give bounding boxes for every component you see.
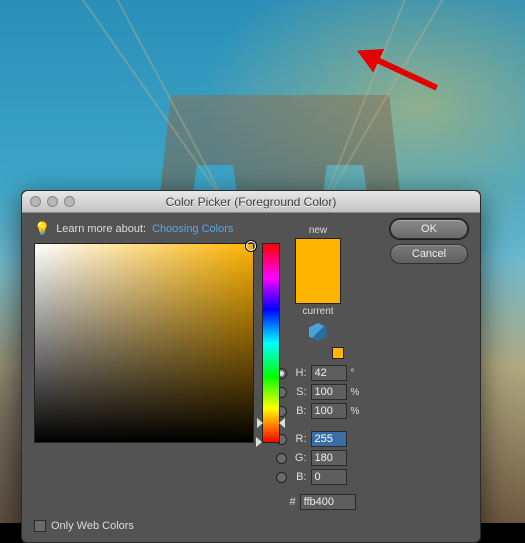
current-color-swatch[interactable]: [296, 279, 340, 303]
label-b-rgb: B:: [291, 471, 307, 483]
close-icon[interactable]: [30, 196, 41, 207]
unit-s: %: [351, 387, 363, 398]
choosing-colors-link[interactable]: Choosing Colors: [152, 223, 233, 235]
label-s: S:: [291, 386, 307, 398]
new-label: new: [309, 225, 327, 236]
titlebar[interactable]: Color Picker (Foreground Color): [22, 191, 480, 213]
hue-slider-thumb-left[interactable]: [257, 418, 263, 428]
input-h[interactable]: [311, 365, 347, 381]
new-color-swatch: [296, 239, 340, 279]
input-b-rgb[interactable]: [311, 469, 347, 485]
zoom-icon[interactable]: [64, 196, 75, 207]
label-g: G:: [291, 452, 307, 464]
color-field-cursor[interactable]: [246, 241, 256, 251]
ok-button[interactable]: OK: [390, 219, 468, 239]
unit-h: °: [351, 368, 363, 379]
current-label: current: [302, 306, 333, 317]
input-s[interactable]: [311, 384, 347, 400]
lightbulb-icon: 💡: [34, 221, 50, 237]
minimize-icon[interactable]: [47, 196, 58, 207]
only-web-colors-label: Only Web Colors: [51, 520, 134, 532]
input-r[interactable]: [311, 431, 347, 447]
cancel-button[interactable]: Cancel: [390, 244, 468, 264]
input-g[interactable]: [311, 450, 347, 466]
input-b-hsb[interactable]: [311, 403, 347, 419]
websafe-warning-swatch[interactable]: [332, 347, 344, 359]
label-r: R:: [291, 433, 307, 445]
window-controls: [30, 196, 75, 207]
unit-b-hsb: %: [351, 406, 363, 417]
color-libraries-icon[interactable]: [309, 323, 327, 341]
label-h: H:: [291, 367, 307, 379]
color-picker-dialog: Color Picker (Foreground Color) OK Cance…: [21, 190, 481, 543]
dialog-title: Color Picker (Foreground Color): [166, 195, 337, 209]
learn-more-label: Learn more about:: [56, 223, 146, 235]
input-hex[interactable]: [300, 494, 356, 510]
color-field[interactable]: [34, 243, 254, 443]
hex-prefix: #: [290, 496, 296, 508]
hue-slider-thumb-right[interactable]: [279, 418, 285, 428]
hue-slider[interactable]: [262, 243, 280, 443]
label-b-hsb: B:: [291, 405, 307, 417]
only-web-colors-checkbox[interactable]: [34, 520, 46, 532]
